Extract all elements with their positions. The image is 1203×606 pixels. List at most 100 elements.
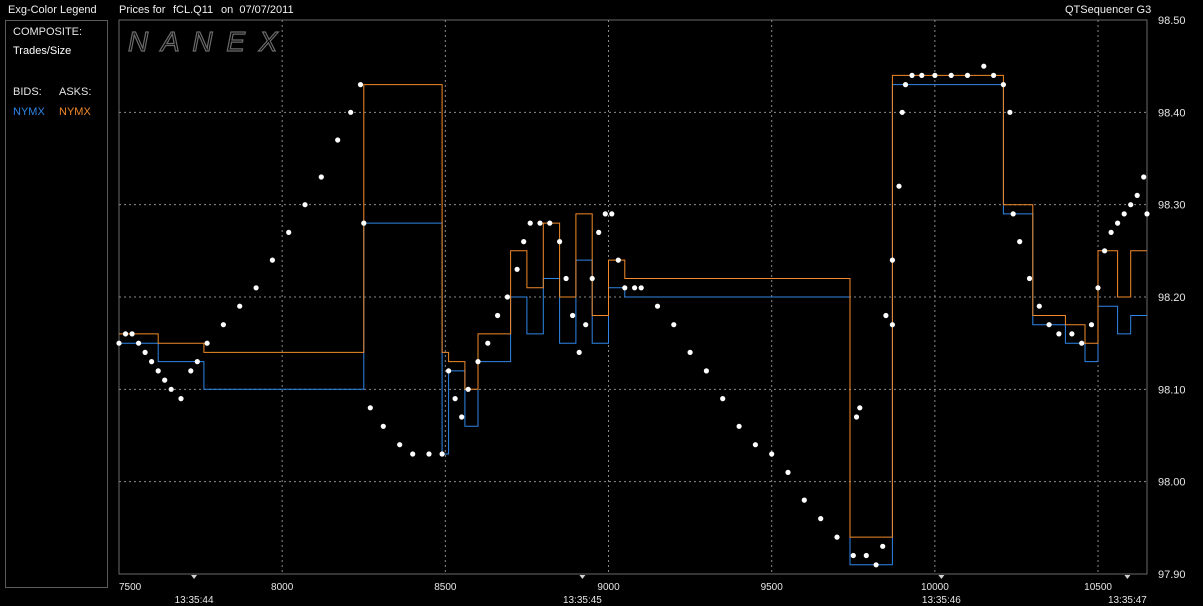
trade-point	[537, 220, 543, 226]
time-marker-arrow	[579, 575, 586, 579]
trade-point	[1108, 229, 1114, 235]
trade-point	[547, 220, 553, 226]
ask-series-line	[119, 74, 1147, 538]
trade-point	[475, 359, 481, 365]
trade-point	[1128, 202, 1134, 208]
trade-point	[1115, 220, 1121, 226]
trade-point	[348, 109, 354, 115]
trade-point	[220, 322, 226, 328]
trade-point	[1010, 211, 1016, 217]
trade-point	[1017, 239, 1023, 245]
trade-point	[194, 359, 200, 365]
trade-point	[162, 377, 168, 383]
trade-point	[495, 312, 501, 319]
time-marker-arrow	[191, 575, 198, 579]
y-tick-label: 98.40	[1158, 107, 1186, 119]
time-markers: 13:35:44 13:35:45 13:35:46 13:35:47	[175, 575, 1147, 606]
y-axis-ticks: 97.90 98.00 98.10 98.20 98.30 98.40 98.50	[1158, 15, 1186, 581]
y-tick-label: 98.20	[1158, 292, 1186, 304]
trade-point	[736, 423, 742, 429]
trade-point	[1088, 322, 1095, 328]
time-marker-label: 13:35:44	[175, 595, 214, 606]
trade-point	[155, 368, 161, 374]
trade-point	[439, 451, 445, 457]
time-marker-label: 13:35:45	[563, 595, 602, 606]
trade-point	[1134, 192, 1140, 198]
trade-point	[367, 405, 373, 411]
trade-point	[801, 497, 807, 503]
trade-point	[302, 202, 308, 208]
trade-point	[1007, 109, 1013, 115]
trade-point	[426, 451, 432, 457]
x-tick-label: 9000	[597, 582, 620, 593]
trade-point	[654, 303, 661, 309]
trade-point	[873, 562, 879, 568]
trade-point	[253, 285, 259, 291]
trade-point	[410, 451, 416, 457]
trade-point	[752, 442, 759, 448]
trade-point	[459, 414, 465, 420]
trade-point	[1046, 322, 1052, 328]
trade-point	[896, 183, 902, 189]
trade-point	[1102, 248, 1108, 254]
y-tick-label: 98.00	[1158, 477, 1186, 489]
trade-point	[563, 275, 569, 282]
trade-point	[485, 340, 491, 346]
trade-point	[609, 211, 615, 217]
trade-point	[583, 322, 589, 328]
trade-point	[361, 220, 367, 226]
trade-point	[570, 312, 576, 319]
trade-point	[521, 239, 527, 245]
trade-point	[136, 340, 142, 346]
trade-point	[1144, 211, 1150, 217]
bid-series-line	[119, 84, 1147, 566]
trade-point	[1069, 331, 1075, 337]
time-marker-label: 13:35:47	[1108, 595, 1147, 606]
y-tick-label: 98.30	[1158, 200, 1186, 212]
series-layer	[116, 63, 1150, 568]
x-tick-label: 8500	[434, 582, 457, 593]
trade-point	[557, 239, 563, 245]
time-marker-arrow	[1124, 575, 1131, 579]
trade-point	[602, 211, 608, 217]
trade-point	[919, 72, 925, 78]
trade-point	[1036, 303, 1042, 309]
trade-point	[857, 405, 863, 411]
trade-point	[514, 266, 520, 272]
trade-point	[948, 72, 954, 78]
trade-point	[615, 257, 621, 263]
trade-point	[853, 414, 860, 420]
trade-point	[237, 303, 243, 309]
trade-point	[357, 82, 364, 88]
trade-point	[129, 331, 135, 337]
trade-point	[899, 109, 905, 115]
trade-point	[1000, 82, 1007, 88]
trade-point	[932, 72, 938, 78]
trade-point	[981, 63, 987, 69]
price-chart: N A N E X 97.90 98.00 98.10 98.20 98.30 98.40…	[116, 15, 1186, 606]
trade-point	[465, 386, 471, 392]
trade-point	[122, 331, 129, 337]
trade-point	[671, 322, 677, 328]
trade-point	[335, 137, 341, 143]
trade-point	[863, 552, 869, 559]
trade-point	[1141, 174, 1147, 180]
trade-point	[902, 82, 909, 88]
trade-point	[286, 229, 292, 235]
time-marker-arrow	[938, 575, 945, 579]
trade-point	[452, 396, 458, 402]
trade-point	[188, 368, 194, 374]
trade-point	[527, 220, 533, 226]
y-tick-label: 97.90	[1158, 569, 1186, 581]
trade-point	[168, 386, 174, 392]
trade-point	[504, 294, 510, 300]
trade-point	[720, 396, 726, 402]
trade-point	[576, 349, 582, 355]
trade-point	[880, 543, 886, 549]
trade-point	[991, 72, 997, 78]
x-axis-ticks: 7500 8000 8500 9000 9500 10000 10500	[119, 582, 1112, 593]
trade-point	[1056, 331, 1062, 337]
trade-point	[834, 534, 840, 540]
x-tick-label: 9500	[761, 582, 784, 593]
trade-point	[883, 312, 889, 319]
